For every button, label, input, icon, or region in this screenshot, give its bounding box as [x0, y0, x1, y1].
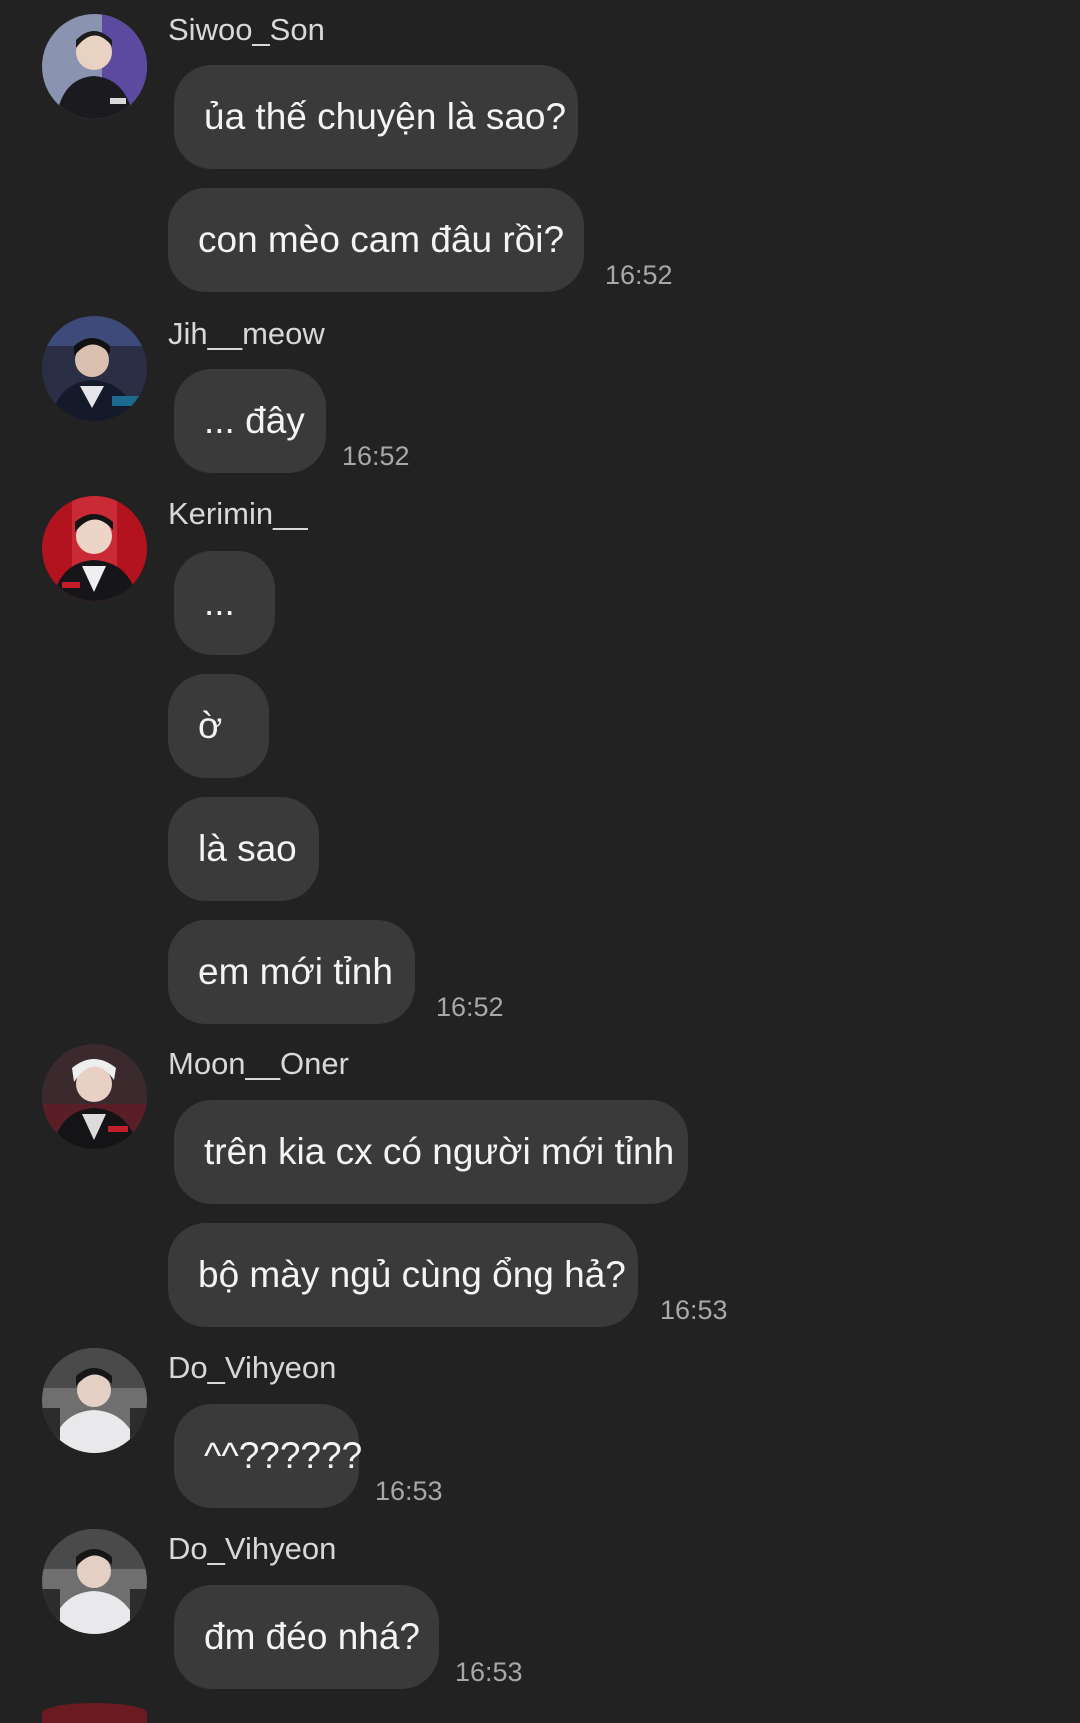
message-timestamp: 16:52: [605, 260, 673, 290]
sender-name: Do_Vihyeon: [168, 1531, 337, 1566]
message-bubble[interactable]: bộ mày ngủ cùng ổng hả?: [168, 1223, 638, 1327]
message-text: em mới tỉnh: [198, 951, 393, 992]
message-timestamp: 16:53: [660, 1295, 728, 1325]
message-bubble[interactable]: ...: [174, 551, 275, 655]
message-bubble[interactable]: ủa thế chuyện là sao?: [174, 65, 578, 169]
message-text: ủa thế chuyện là sao?: [204, 96, 567, 137]
message-bubble[interactable]: trên kia cx có người mới tỉnh: [174, 1100, 688, 1204]
avatar[interactable]: [42, 1044, 147, 1149]
message-bubble[interactable]: con mèo cam đâu rồi?: [168, 188, 584, 292]
avatar[interactable]: [42, 316, 147, 421]
message-bubble[interactable]: đm đéo nhá?: [174, 1585, 439, 1689]
sender-name: Kerimin__: [168, 496, 308, 531]
message-text: ...: [204, 582, 235, 623]
message-timestamp: 16:52: [342, 441, 410, 471]
user-avatar-icon: [42, 496, 147, 601]
message-bubble[interactable]: em mới tỉnh: [168, 920, 415, 1024]
avatar[interactable]: [42, 496, 147, 601]
user-avatar-icon: [42, 1348, 147, 1453]
user-avatar-icon: [42, 14, 147, 119]
message-bubble[interactable]: ^^??????: [174, 1404, 363, 1508]
user-avatar-icon: [42, 1529, 147, 1634]
message-text: đm đéo nhá?: [204, 1616, 421, 1657]
avatar[interactable]: [42, 1529, 147, 1634]
sender-name: Moon__Oner: [168, 1046, 349, 1081]
message-text: trên kia cx có người mới tỉnh: [204, 1131, 675, 1172]
message-text: ờ: [198, 705, 223, 746]
user-avatar-icon: [42, 1044, 147, 1149]
chat-message-list[interactable]: Siwoo_Son ủa thế chuyện là sao? con mèo …: [0, 0, 1080, 1723]
message-text: bộ mày ngủ cùng ổng hả?: [198, 1254, 626, 1295]
message-timestamp: 16:53: [455, 1657, 523, 1687]
message-bubble[interactable]: ... đây: [174, 369, 326, 473]
sender-name: Do_Vihyeon: [168, 1350, 337, 1385]
message-timestamp: 16:52: [436, 992, 504, 1022]
message-bubble[interactable]: ờ: [168, 674, 269, 778]
message-text: con mèo cam đâu rồi?: [198, 219, 565, 260]
avatar[interactable]: [42, 1703, 147, 1723]
message-bubble[interactable]: là sao: [168, 797, 319, 901]
avatar[interactable]: [42, 14, 147, 119]
user-avatar-icon: [42, 316, 147, 421]
sender-name: Jih__meow: [168, 316, 325, 351]
message-text: ^^??????: [204, 1435, 363, 1476]
message-text: là sao: [198, 828, 297, 869]
sender-name: Siwoo_Son: [168, 12, 325, 47]
message-timestamp: 16:53: [375, 1476, 443, 1506]
avatar[interactable]: [42, 1348, 147, 1453]
message-text: ... đây: [204, 400, 305, 441]
